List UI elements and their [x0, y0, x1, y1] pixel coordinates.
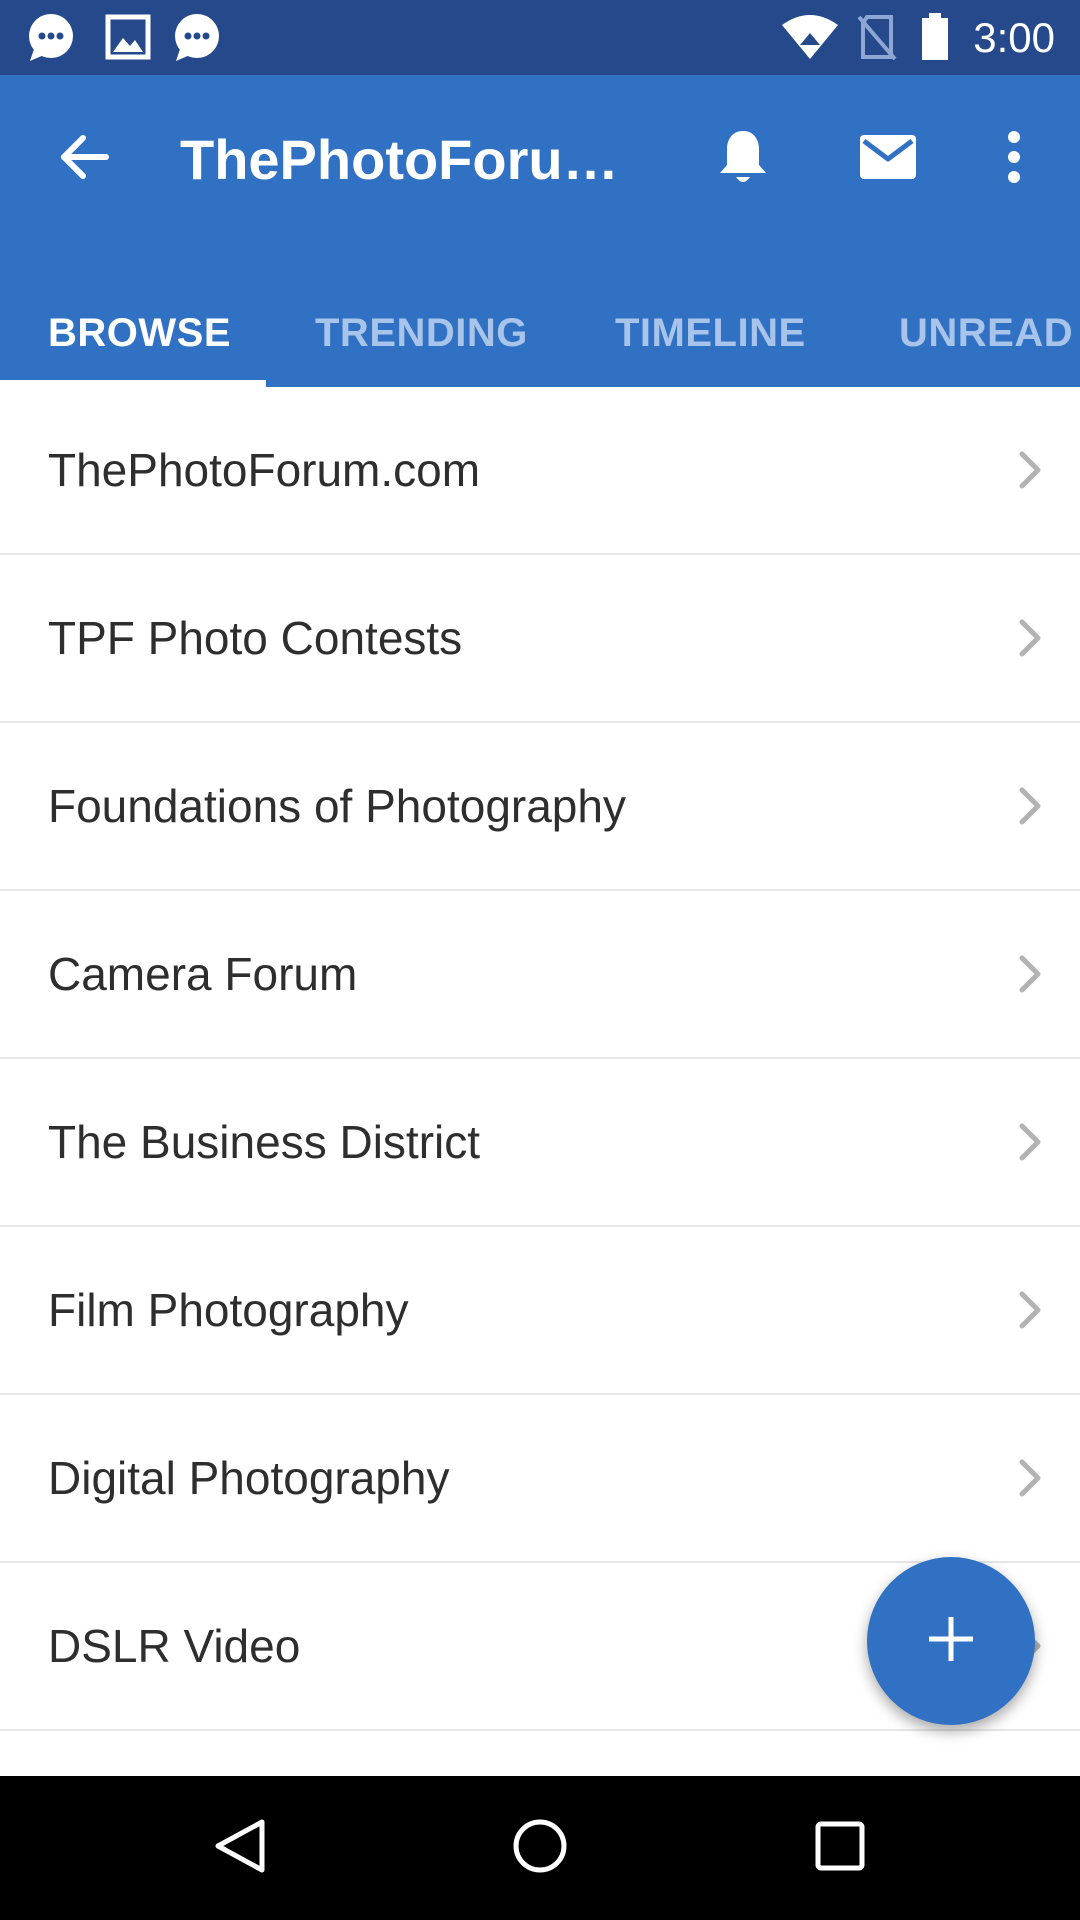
list-item[interactable]: TPF Photo Contests [0, 555, 1080, 723]
mail-icon [858, 133, 918, 186]
chevron-right-icon [1010, 786, 1050, 826]
square-recents-icon [810, 1816, 870, 1881]
tab-unread[interactable]: UNREAD [899, 280, 1073, 387]
wifi-icon [780, 11, 840, 63]
status-bar: 3:00 [0, 0, 1080, 75]
battery-icon [918, 11, 952, 63]
list-item[interactable]: Foundations of Photography [0, 723, 1080, 891]
list-item-label: ThePhotoForum.com [48, 444, 481, 496]
tab-indicator [0, 380, 266, 387]
chevron-right-icon [1010, 1290, 1050, 1330]
tab-browse[interactable]: BROWSE [48, 280, 231, 387]
system-nav-bar [0, 1776, 1080, 1920]
chevron-right-icon [1010, 450, 1050, 490]
list-item-label: TPF Photo Contests [48, 612, 463, 664]
page-title: ThePhotoForum.com [180, 128, 660, 191]
status-time: 3:00 [973, 14, 1055, 61]
arrow-back-icon [56, 129, 112, 190]
triangle-back-icon [210, 1816, 270, 1881]
chevron-right-icon [1010, 1458, 1050, 1498]
overflow-menu-button[interactable] [974, 119, 1054, 199]
plus-icon [925, 1613, 977, 1670]
back-button[interactable] [44, 119, 124, 199]
app-bar: ThePhotoForum.com BROWSE TRENDING TIM [0, 75, 1080, 387]
nav-home-button[interactable] [500, 1808, 580, 1888]
messages-button[interactable] [848, 119, 928, 199]
list-item-label: The Business District [48, 1116, 481, 1168]
circle-home-icon [510, 1816, 570, 1881]
list-item-label: Digital Photography [48, 1452, 450, 1504]
chat-bubble-icon [170, 11, 222, 63]
list-item[interactable]: The Business District [0, 1059, 1080, 1227]
list-item-label: Film Photography [48, 1284, 409, 1336]
list-item[interactable]: Digital Photography [0, 1395, 1080, 1563]
forum-list: ThePhotoForum.com TPF Photo Contests Fou… [0, 387, 1080, 1731]
nav-back-button[interactable] [200, 1808, 280, 1888]
list-item-label: Camera Forum [48, 948, 358, 1000]
chevron-right-icon [1010, 954, 1050, 994]
image-icon [102, 11, 154, 63]
chevron-right-icon [1010, 1122, 1050, 1162]
notifications-button[interactable] [703, 119, 783, 199]
tab-timeline[interactable]: TIMELINE [615, 280, 806, 387]
no-sim-icon [855, 11, 899, 63]
list-item-label: Foundations of Photography [48, 780, 626, 832]
list-item[interactable]: Camera Forum [0, 891, 1080, 1059]
new-post-fab[interactable] [867, 1557, 1035, 1725]
chat-bubble-icon [24, 11, 76, 63]
list-item[interactable]: ThePhotoForum.com [0, 387, 1080, 555]
list-item[interactable]: Film Photography [0, 1227, 1080, 1395]
list-item-label: DSLR Video [48, 1620, 301, 1672]
more-vert-icon [1004, 129, 1024, 190]
chevron-right-icon [1010, 618, 1050, 658]
bell-icon [715, 127, 771, 192]
nav-recents-button[interactable] [800, 1808, 880, 1888]
tab-trending[interactable]: TRENDING [315, 280, 528, 387]
